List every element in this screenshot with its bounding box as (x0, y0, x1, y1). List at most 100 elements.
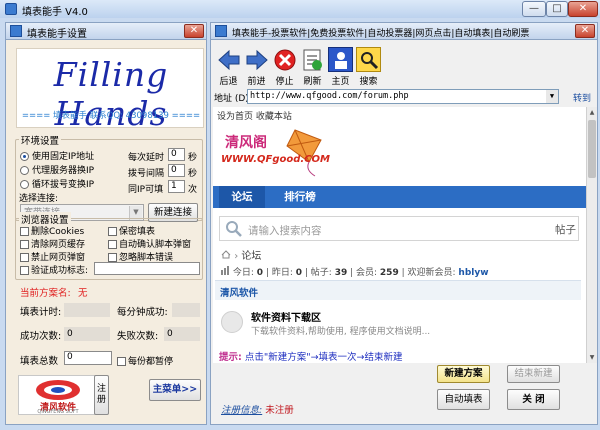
site-logo-url: WWW.QFgood.COM (221, 154, 330, 165)
breadcrumb-arrow: › (234, 251, 239, 262)
nav-forum[interactable]: 论坛 (219, 186, 265, 208)
total-fill-input[interactable]: 0 (64, 351, 112, 365)
forward-arrow-icon (246, 49, 268, 70)
scroll-down-icon[interactable]: ▼ (587, 352, 597, 363)
back-label: 后退 (219, 77, 238, 87)
same-ip-label: 同IP可填 (128, 185, 164, 195)
stop-button[interactable]: 停止 (271, 47, 298, 88)
radio-proxy-ip[interactable]: 代理服务器换IP (20, 163, 94, 176)
home-label: 主页 (331, 77, 350, 87)
stop-icon (274, 49, 295, 70)
delay-input[interactable]: 0 (168, 148, 185, 161)
main-menu-button[interactable]: 主菜单>> (149, 379, 201, 401)
forward-button[interactable]: 前进 (243, 47, 270, 88)
home-icon (334, 51, 347, 69)
chevron-down-icon[interactable]: ▼ (546, 90, 558, 103)
members-label: 会员: (356, 268, 378, 278)
refresh-button[interactable]: 刷新 (299, 47, 326, 88)
back-button[interactable]: 后退 (215, 47, 242, 88)
search-icon (360, 51, 378, 69)
magnifier-icon (226, 221, 242, 237)
settings-close-button[interactable]: ✕ (184, 24, 204, 38)
tip-text: 点击"新建方案"→填表一次→结束新建 (244, 352, 403, 363)
total-fill-label: 填表总数 (20, 356, 59, 367)
forum-desc: 下载软件资料,帮助使用, 程序使用文档说明... (251, 327, 431, 337)
nav-ranking[interactable]: 排行榜 (273, 186, 327, 208)
settings-title: 填表能手设置 (27, 29, 87, 40)
breadcrumb-forum[interactable]: 论坛 (241, 251, 261, 262)
check-verify-flag[interactable]: 验证成功标志: (20, 263, 88, 276)
browser-window: 填表能手-投票软件|免费投票软件|自动投票器|网页点击|自动填表|自动刷票 - … (210, 22, 598, 425)
scroll-up-icon[interactable]: ▲ (587, 107, 597, 118)
home-button[interactable]: 主页 (327, 47, 354, 88)
register-info: 注册信息: 未注册 (221, 402, 294, 416)
register-label[interactable]: 注册信息: (221, 405, 262, 416)
maximize-button[interactable]: □ (546, 1, 568, 17)
forum-row[interactable]: 软件资料下载区 下载软件资料,帮助使用, 程序使用文档说明... (219, 307, 581, 347)
radio-icon (20, 166, 29, 175)
minimize-button[interactable]: — (522, 1, 546, 17)
per-min-value (172, 303, 200, 317)
browser-close-button[interactable]: ✕ (575, 24, 595, 38)
radio-fixed-ip[interactable]: 使用固定IP地址 (20, 149, 94, 162)
auto-fill-button[interactable]: 自动填表 (437, 389, 490, 410)
same-ip-unit: 次 (188, 185, 198, 195)
search-button[interactable]: 搜索 (355, 47, 382, 88)
checkbox-label: 验证成功标志: (31, 266, 89, 276)
check-secret-fill[interactable]: 保密填表 (108, 224, 155, 237)
fill-time-label: 填表计时: (20, 307, 62, 318)
forum-name[interactable]: 软件资料下载区 (251, 309, 321, 324)
page-search-box[interactable]: 请输入搜索内容 帖子 (219, 216, 579, 241)
site-logo: 清风阁 WWW.QFgood.COM (217, 126, 337, 178)
new-scheme-button[interactable]: 新建方案 (437, 365, 490, 383)
verify-flag-input[interactable] (94, 262, 200, 275)
yesterday-label: 昨日: (271, 268, 293, 278)
scheme-value: 无 (78, 288, 88, 299)
refresh-label: 刷新 (303, 77, 322, 87)
search-type[interactable]: 帖子 (555, 222, 576, 237)
newest-member-link[interactable]: hblyw (458, 268, 488, 278)
close-window-button[interactable]: ✕ (568, 1, 598, 17)
posts-label: 帖子: (310, 268, 332, 278)
dial-interval-label: 拨号间隔 (128, 169, 165, 179)
checkbox-icon (108, 240, 117, 249)
success-count-value: 0 (64, 327, 110, 341)
refresh-icon (303, 49, 322, 70)
page-top-links[interactable]: 设为首页 收藏本站 (217, 109, 292, 122)
check-auto-confirm[interactable]: 自动确认脚本弹窗 (108, 237, 191, 250)
scroll-thumb[interactable] (588, 120, 596, 178)
register-short-button[interactable]: 注册 (94, 375, 109, 415)
register-value: 未注册 (265, 405, 294, 416)
end-new-button[interactable]: 结束新建 (507, 365, 560, 383)
today-label: 今日: (232, 268, 254, 278)
check-block-popups[interactable]: 禁止网页弹窗 (20, 250, 85, 263)
env-settings-title: 环境设置 (19, 133, 62, 147)
check-clear-cache[interactable]: 清除网页缓存 (20, 237, 85, 250)
address-input[interactable]: http://www.qfgood.com/forum.php ▼ (247, 89, 559, 104)
posts-value: 39 (334, 268, 348, 278)
dial-interval-input[interactable]: 0 (168, 164, 185, 177)
category-title[interactable]: 清风软件 (220, 285, 258, 299)
check-pause-each[interactable]: 每份都暂停 (117, 354, 173, 367)
page-navbar: 论坛 排行榜 (213, 186, 586, 208)
welcome-label: 欢迎新会员: (407, 268, 456, 278)
checkbox-icon (20, 266, 29, 275)
settings-header: 填表能手设置 ✕ (6, 23, 206, 40)
browser-app-icon (215, 25, 227, 37)
search-placeholder: 请输入搜索内容 (248, 225, 322, 237)
site-logo-text: 清风阁 (225, 135, 267, 151)
stats-icon (221, 266, 229, 275)
close-button[interactable]: 关 闭 (507, 389, 560, 410)
go-link[interactable]: 转到 (573, 91, 591, 104)
address-value: http://www.qfgood.com/forum.php (250, 91, 409, 101)
forum-stats: 今日: 0 | 昨日: 0 | 帖子: 39 | 会员: 259 | 欢迎新会员… (221, 265, 489, 278)
breadcrumb: › 论坛 (221, 247, 261, 262)
page-scrollbar[interactable]: ▲ ▼ (586, 107, 597, 363)
same-ip-input[interactable]: 1 (168, 180, 185, 193)
check-delete-cookies[interactable]: 删除Cookies (20, 224, 84, 237)
dial-interval-unit: 秒 (188, 169, 198, 179)
delay-unit: 秒 (188, 153, 198, 163)
radio-dial-ip[interactable]: 循环拔号变换IP (20, 177, 94, 190)
checkbox-icon (108, 253, 117, 262)
browser-title: 填表能手-投票软件|免费投票软件|自动投票器|网页点击|自动填表|自动刷票 - … (232, 29, 532, 39)
